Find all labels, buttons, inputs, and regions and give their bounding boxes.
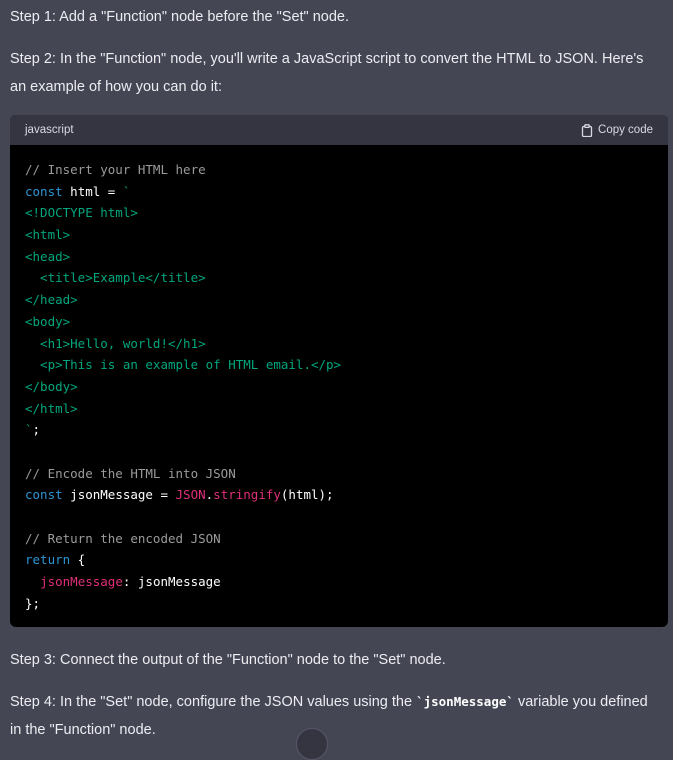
code-block: javascript Copy code // Insert your HTML…: [10, 115, 668, 627]
step-4-text-start: Step 4: In the "Set" node, configure the…: [10, 694, 417, 710]
copy-code-button[interactable]: Copy code: [581, 123, 653, 137]
code-token-str: <h1>Hello, world!</h1>: [25, 335, 206, 351]
code-token-str: <title>Example</title>: [25, 270, 206, 286]
inline-code-jsonmessage: `jsonMessage`: [416, 694, 514, 709]
code-token-str: </html>: [25, 400, 78, 416]
code-line: </html>: [25, 398, 653, 420]
code-token-plain: };: [25, 595, 41, 611]
code-token-comment: // Return the encoded JSON: [25, 530, 221, 546]
code-token-comment: // Insert your HTML here: [25, 162, 206, 177]
code-line: <!DOCTYPE html>: [25, 202, 653, 224]
code-token-kw: return: [25, 552, 71, 568]
code-token-str: <body>: [25, 313, 71, 329]
code-block-header: javascript Copy code: [10, 115, 668, 145]
code-token-plain: (html);: [280, 487, 334, 503]
code-line: <body>: [25, 311, 653, 333]
code-line: const html = `: [25, 181, 653, 203]
code-token-kw: const: [25, 183, 63, 199]
code-token-str: <!DOCTYPE html>: [25, 205, 138, 221]
code-token-str: `: [25, 422, 33, 438]
code-token-str: <head>: [25, 248, 71, 264]
code-line: const jsonMessage = JSON.stringify(html)…: [25, 484, 653, 506]
code-token-plain: {: [70, 552, 86, 568]
step-1-text: Step 1: Add a "Function" node before the…: [10, 9, 350, 25]
code-line: `;: [25, 419, 653, 441]
code-token-str: <html>: [25, 227, 71, 243]
code-line: <p>This is an example of HTML email.</p>: [25, 354, 653, 376]
code-line: <head>: [25, 246, 653, 268]
code-line: </head>: [25, 289, 653, 311]
code-token-plain: : jsonMessage: [122, 574, 221, 590]
code-token-plain: html =: [62, 183, 123, 199]
code-token-comment: // Encode the HTML into JSON: [25, 465, 236, 481]
copy-code-label: Copy code: [598, 124, 653, 136]
step-4-text: Step 4: In the "Set" node, configure the…: [10, 688, 660, 744]
code-line: // Return the encoded JSON: [25, 528, 653, 550]
code-content: // Insert your HTML here const html = ` <!…: [10, 145, 668, 614]
code-token-plain: jsonMessage =: [62, 487, 176, 503]
code-token-str: `: [122, 183, 131, 199]
code-line: <html>: [25, 224, 653, 246]
code-line: <h1>Hello, world!</h1>: [25, 333, 653, 355]
code-token-prop: stringify: [213, 487, 281, 503]
code-line: </body>: [25, 376, 653, 398]
code-token-prop: JSON: [175, 487, 206, 503]
code-token-prop: jsonMessage: [40, 574, 123, 590]
code-line: // Encode the HTML into JSON: [25, 463, 653, 485]
code-line: jsonMessage: jsonMessage: [25, 571, 653, 593]
code-line: // Insert your HTML here: [25, 159, 653, 181]
code-token-str: </body>: [25, 378, 78, 394]
code-token-kw: const: [25, 487, 63, 503]
code-token-str: </head>: [25, 292, 78, 308]
step-3-text: Step 3: Connect the output of the "Funct…: [10, 652, 446, 668]
code-line: return {: [25, 549, 653, 571]
code-line: };: [25, 593, 653, 615]
code-token-str: <p>This is an example of HTML email.</p>: [25, 357, 342, 373]
scroll-to-bottom-button[interactable]: [296, 728, 328, 760]
step-2-text: Step 2: In the "Function" node, you'll w…: [10, 51, 644, 95]
code-line: <title>Example</title>: [25, 267, 653, 289]
code-token-plain: ;: [32, 422, 41, 438]
code-language-label: javascript: [25, 124, 74, 136]
clipboard-icon: [581, 123, 593, 137]
